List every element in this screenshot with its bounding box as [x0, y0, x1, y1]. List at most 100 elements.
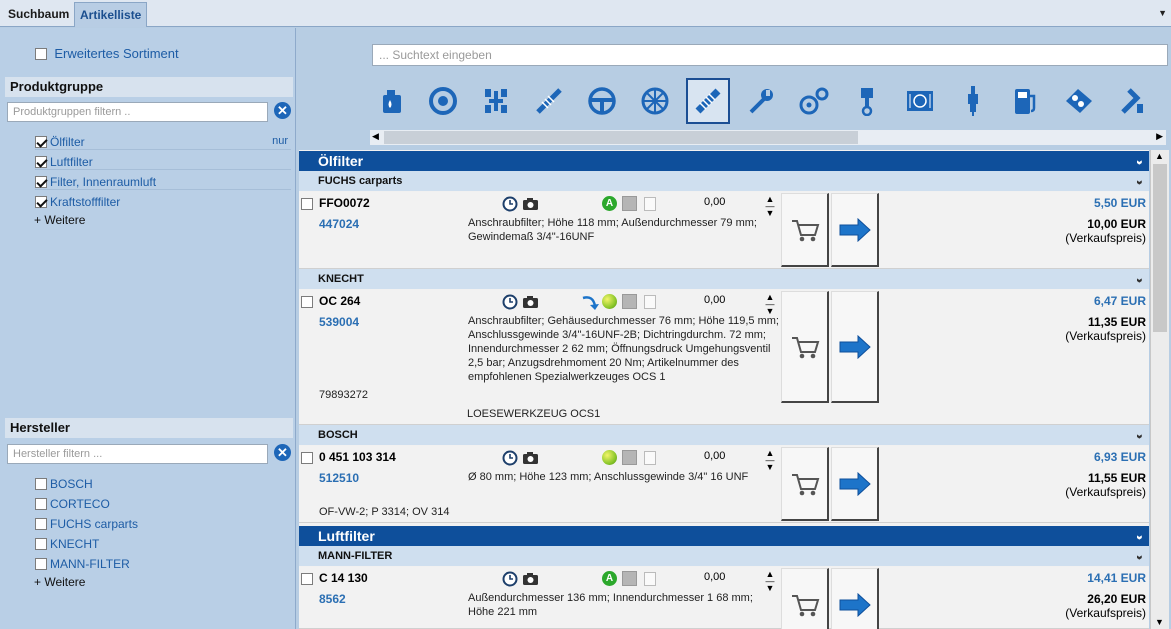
wrench-icon[interactable] [739, 78, 783, 124]
search-input[interactable]: ... Suchtext eingeben [372, 44, 1168, 66]
article-id-link[interactable]: 8562 [319, 592, 346, 606]
scroll-down-icon[interactable]: ▼ [1155, 617, 1164, 627]
clock-icon[interactable] [502, 196, 518, 212]
brake-disc-icon[interactable] [421, 78, 465, 124]
piston-icon[interactable] [845, 78, 889, 124]
produktgruppe-item[interactable]: Filter, Innenraumluft [35, 172, 291, 190]
hersteller-item[interactable]: CORTECO [35, 494, 110, 512]
produktgruppe-item[interactable]: Luftfilter [35, 152, 291, 170]
collapse-icon[interactable]: ›› [1130, 535, 1149, 537]
produktgruppe-more-link[interactable]: + Weitere [34, 213, 85, 227]
manufacturer-header[interactable]: MANN-FILTER ›› [299, 546, 1149, 566]
add-to-cart-button[interactable] [781, 193, 829, 267]
article-checkbox[interactable] [301, 198, 313, 210]
manufacturer-header[interactable]: KNECHT ›› [299, 269, 1149, 289]
filter-icon[interactable] [686, 78, 730, 124]
collapse-icon[interactable]: ›› [1130, 278, 1149, 280]
checkbox[interactable] [35, 477, 47, 490]
article-id-link[interactable]: 447024 [319, 217, 359, 231]
extended-assortment-toggle[interactable]: Erweitertes Sortiment [35, 44, 179, 62]
hersteller-item[interactable]: MANN-FILTER [35, 554, 130, 572]
article-checkbox[interactable] [301, 452, 313, 464]
clock-icon[interactable] [502, 450, 518, 466]
extended-assortment-checkbox[interactable] [35, 47, 47, 60]
hersteller-item[interactable]: KNECHT [35, 534, 99, 552]
article-id-link[interactable]: 512510 [319, 471, 359, 485]
produktgruppe-filter-input[interactable]: Produktgruppen filtern .. [7, 102, 268, 122]
checkbox[interactable] [35, 195, 47, 208]
camera-icon[interactable] [522, 295, 539, 309]
tab-artikelliste[interactable]: Artikelliste [74, 2, 148, 27]
article-checkbox[interactable] [301, 573, 313, 585]
wheel-icon[interactable] [633, 78, 677, 124]
scroll-up-icon[interactable]: ▲ [1155, 151, 1164, 161]
document-icon[interactable] [644, 451, 656, 465]
document-icon[interactable] [644, 197, 656, 211]
collapse-icon[interactable]: ›› [1130, 555, 1149, 557]
quantity-value[interactable]: 0,00 [704, 196, 725, 208]
clock-icon[interactable] [502, 294, 518, 310]
scrollbar-thumb[interactable] [1153, 164, 1167, 332]
article-id-link[interactable]: 539004 [319, 315, 359, 329]
radiator-icon[interactable] [898, 78, 942, 124]
checkbox[interactable] [35, 155, 47, 168]
hersteller-item[interactable]: BOSCH [35, 474, 93, 492]
clear-hersteller-icon[interactable]: ✕ [274, 444, 291, 461]
manufacturer-header[interactable]: FUCHS carparts ›› [299, 171, 1149, 191]
spark-plug-icon[interactable] [951, 78, 995, 124]
add-to-cart-button[interactable] [781, 291, 829, 403]
scroll-right-icon[interactable]: ▶ [1156, 131, 1163, 142]
clear-produktgruppe-icon[interactable]: ✕ [274, 102, 291, 119]
list-scrollbar[interactable]: ▲ ▼ [1150, 150, 1169, 629]
produktgruppe-item[interactable]: Kraftstofffilter [35, 192, 291, 210]
document-icon[interactable] [644, 572, 656, 586]
add-to-cart-button[interactable] [781, 447, 829, 521]
belt-drive-icon[interactable] [792, 78, 836, 124]
quantity-value[interactable]: 0,00 [704, 294, 725, 306]
produktgruppe-item[interactable]: Ölfilter nur [35, 132, 291, 150]
manufacturer-header[interactable]: BOSCH ›› [299, 425, 1149, 445]
document-icon[interactable] [644, 295, 656, 309]
quantity-stepper[interactable]: ▲ — ▼ [761, 570, 779, 593]
category-scrollbar[interactable]: ◀ ▶ [370, 130, 1166, 145]
quantity-value[interactable]: 0,00 [704, 571, 725, 583]
details-button[interactable] [831, 193, 879, 267]
camera-icon[interactable] [522, 451, 539, 465]
fuel-pump-icon[interactable] [1004, 78, 1048, 124]
quantity-value[interactable]: 0,00 [704, 450, 725, 462]
quantity-stepper[interactable]: ▲ — ▼ [761, 293, 779, 316]
camera-icon[interactable] [522, 572, 539, 586]
details-button[interactable] [831, 568, 879, 629]
article-checkbox[interactable] [301, 296, 313, 308]
quantity-stepper[interactable]: ▲ — ▼ [761, 195, 779, 218]
details-button[interactable] [831, 291, 879, 403]
tab-suchbaum[interactable]: Suchbaum [3, 2, 74, 27]
product-group-header[interactable]: Luftfilter ›› [299, 526, 1149, 546]
quantity-stepper[interactable]: ▲ — ▼ [761, 449, 779, 472]
checkbox[interactable] [35, 517, 47, 530]
gasket-icon[interactable] [1057, 78, 1101, 124]
checkbox[interactable] [35, 497, 47, 510]
hersteller-filter-input[interactable]: Hersteller filtern ... [7, 444, 268, 464]
hersteller-more-link[interactable]: + Weitere [34, 575, 85, 589]
product-group-header[interactable]: Ölfilter ›› [299, 151, 1149, 171]
only-link[interactable]: nur [272, 132, 288, 150]
scroll-left-icon[interactable]: ◀ [372, 131, 379, 142]
axle-icon[interactable] [474, 78, 518, 124]
oil-can-icon[interactable] [370, 78, 414, 124]
clock-icon[interactable] [502, 571, 518, 587]
camera-icon[interactable] [522, 197, 539, 211]
checkbox[interactable] [35, 557, 47, 570]
checkbox[interactable] [35, 537, 47, 550]
add-to-cart-button[interactable] [781, 568, 829, 629]
checkbox[interactable] [35, 135, 47, 148]
scrollbar-thumb[interactable] [384, 131, 858, 144]
collapse-icon[interactable]: ›› [1130, 434, 1149, 436]
details-button[interactable] [831, 447, 879, 521]
shock-absorber-icon[interactable] [527, 78, 571, 124]
collapse-icon[interactable]: ›› [1130, 160, 1149, 162]
collapse-icon[interactable]: ›› [1130, 180, 1149, 182]
exhaust-icon[interactable] [1110, 78, 1154, 124]
checkbox[interactable] [35, 175, 47, 188]
steering-wheel-icon[interactable] [580, 78, 624, 124]
